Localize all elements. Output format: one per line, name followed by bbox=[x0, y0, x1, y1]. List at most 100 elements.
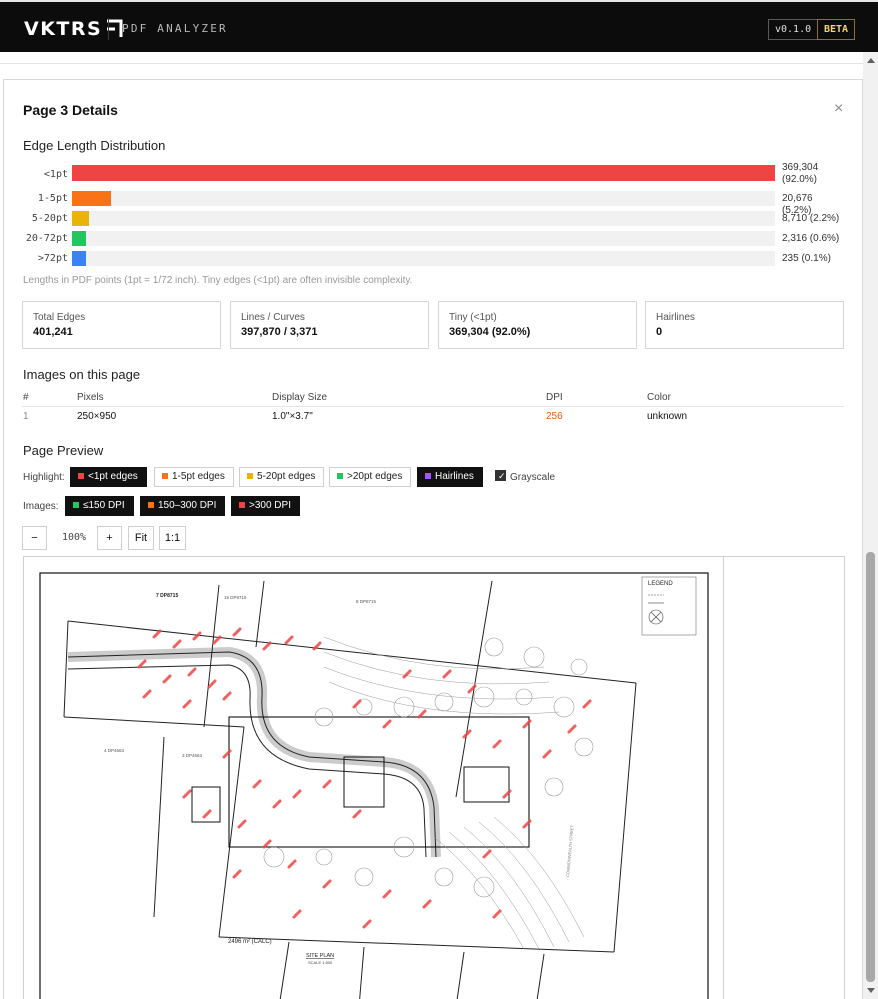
app-header: VKTRS PDF ANALYZER v0.1.0 BETA bbox=[0, 0, 878, 52]
highlight-chip-1-5pt[interactable]: 1-5pt edges bbox=[154, 467, 234, 487]
column-header-dpi: DPI bbox=[546, 392, 563, 403]
column-header-color: Color bbox=[647, 392, 671, 403]
logo[interactable]: VKTRS bbox=[24, 17, 124, 41]
lot-label-top: 7 DP8715 bbox=[156, 593, 178, 599]
page-preview-sheet: LEGEND 7 DP8715 15 DP8715 8 DP8715 4 DP4… bbox=[24, 557, 724, 999]
swatch-icon bbox=[148, 502, 154, 508]
lot-label-15: 15 DP8715 bbox=[224, 595, 247, 600]
chip-label: Hairlines bbox=[435, 471, 474, 482]
hist-row: 1-5pt 20,676 (5.2%) bbox=[22, 191, 842, 216]
stat-label: Lines / Curves bbox=[241, 312, 305, 323]
stat-label: Total Edges bbox=[33, 312, 86, 323]
column-header-pixels: Pixels bbox=[77, 392, 104, 403]
highlight-chip-lt1pt[interactable]: <1pt edges bbox=[70, 467, 147, 487]
swatch-icon bbox=[337, 473, 343, 479]
image-chip-le150[interactable]: ≤150 DPI bbox=[65, 496, 134, 516]
preview-section-title: Page Preview bbox=[23, 443, 104, 458]
stat-label: Tiny (<1pt) bbox=[449, 312, 497, 323]
hist-label: >72pt bbox=[37, 253, 68, 264]
chip-label: 150–300 DPI bbox=[158, 500, 217, 511]
image-row-dpi: 256 bbox=[546, 411, 563, 422]
scrollbar[interactable] bbox=[863, 52, 878, 999]
hist-value: 369,304 (92.0%) bbox=[782, 162, 819, 185]
page-details-panel: Page 3 Details × Edge Length Distributio… bbox=[3, 79, 863, 999]
hist-fill bbox=[72, 211, 89, 226]
scroll-thumb[interactable] bbox=[866, 552, 875, 982]
highlight-label: Highlight: bbox=[23, 472, 65, 483]
grayscale-checkbox[interactable]: ✓ bbox=[495, 470, 506, 481]
fit-button[interactable]: Fit bbox=[128, 526, 154, 550]
lot-label-8: 8 DP8715 bbox=[356, 599, 377, 604]
scroll-down-arrow-icon[interactable] bbox=[867, 988, 875, 993]
stat-value: 401,241 bbox=[33, 326, 73, 338]
one-to-one-button[interactable]: 1:1 bbox=[159, 526, 186, 550]
lot-label-left: 4 DP4563 bbox=[104, 748, 125, 753]
hist-fill bbox=[72, 251, 87, 266]
grayscale-label: Grayscale bbox=[510, 472, 556, 483]
table-divider bbox=[22, 406, 844, 407]
swatch-icon bbox=[239, 502, 245, 508]
close-icon[interactable]: × bbox=[834, 100, 843, 118]
page-preview-viewport[interactable]: LEGEND 7 DP8715 15 DP8715 8 DP8715 4 DP4… bbox=[23, 556, 845, 999]
edge-length-note: Lengths in PDF points (1pt = 1/72 inch).… bbox=[23, 275, 413, 286]
chip-label: 5-20pt edges bbox=[257, 471, 316, 482]
lot-label-mid: 3 DP4563 bbox=[182, 753, 203, 758]
panel-title: Page 3 Details bbox=[23, 102, 118, 118]
street-label: COMMONWEALTH STREET bbox=[565, 824, 575, 877]
app-name: PDF ANALYZER bbox=[122, 22, 228, 35]
stat-card-hairlines: Hairlines 0 bbox=[645, 301, 844, 349]
swatch-icon bbox=[73, 502, 79, 508]
image-row-pixels: 250×950 bbox=[77, 411, 117, 422]
stat-card-tiny: Tiny (<1pt) 369,304 (92.0%) bbox=[438, 301, 637, 349]
version-badge: v0.1.0 bbox=[768, 19, 819, 40]
column-header-display-size: Display Size bbox=[272, 392, 328, 403]
legend-title: LEGEND bbox=[648, 581, 673, 587]
hist-track bbox=[72, 231, 775, 246]
swatch-icon bbox=[78, 473, 84, 479]
hist-track bbox=[72, 211, 775, 226]
highlight-chip-gt20pt[interactable]: >20pt edges bbox=[329, 467, 412, 487]
hist-fill bbox=[72, 231, 87, 246]
hist-row: >72pt 235 (0.1%) bbox=[22, 251, 842, 267]
hist-row: 5-20pt 8,710 (2.2%) bbox=[22, 211, 842, 227]
header-divider bbox=[108, 18, 109, 40]
scroll-up-arrow-icon[interactable] bbox=[867, 58, 875, 63]
logo-text: VKTRS bbox=[24, 18, 103, 40]
images-filter-label: Images: bbox=[23, 501, 59, 512]
stat-card-total-edges: Total Edges 401,241 bbox=[22, 301, 221, 349]
zoom-out-button[interactable]: − bbox=[22, 526, 47, 550]
chip-label: ≤150 DPI bbox=[83, 500, 125, 511]
hist-label: <1pt bbox=[43, 169, 68, 180]
chip-label: 1-5pt edges bbox=[172, 471, 225, 482]
image-chip-gt300[interactable]: >300 DPI bbox=[231, 496, 300, 516]
zoom-level: 100% bbox=[62, 532, 87, 543]
highlight-chip-5-20pt[interactable]: 5-20pt edges bbox=[239, 467, 325, 487]
image-row-display-size: 1.0"×3.7" bbox=[272, 411, 313, 422]
swatch-icon bbox=[162, 473, 168, 479]
site-area-label: 2496 m² (CALC) bbox=[228, 939, 272, 945]
hist-label: 20-72pt bbox=[25, 233, 68, 244]
highlight-chip-hairlines[interactable]: Hairlines bbox=[417, 467, 483, 487]
hist-fill bbox=[72, 165, 775, 181]
images-section-title: Images on this page bbox=[23, 367, 141, 382]
image-chip-150-300[interactable]: 150–300 DPI bbox=[140, 496, 226, 516]
top-divider bbox=[0, 63, 863, 64]
hist-value: 2,316 (0.6%) bbox=[782, 233, 840, 244]
swatch-icon bbox=[425, 473, 431, 479]
hist-track bbox=[72, 165, 775, 181]
edge-distribution-title: Edge Length Distribution bbox=[23, 138, 166, 153]
zoom-in-button[interactable]: + bbox=[97, 526, 122, 550]
hist-track bbox=[72, 191, 775, 206]
stat-label: Hairlines bbox=[656, 312, 695, 323]
hist-row: 20-72pt 2,316 (0.6%) bbox=[22, 231, 842, 247]
hist-label: 1-5pt bbox=[37, 193, 68, 204]
chip-label: <1pt edges bbox=[88, 471, 138, 482]
stat-card-lines-curves: Lines / Curves 397,870 / 3,371 bbox=[230, 301, 429, 349]
site-plan-title: SITE PLAN bbox=[306, 953, 334, 959]
hist-value: 235 (0.1%) bbox=[782, 253, 831, 264]
hist-label: 5-20pt bbox=[31, 213, 68, 224]
hist-track bbox=[72, 251, 775, 266]
image-row-index: 1 bbox=[23, 411, 29, 422]
site-plan-scale: SCALE 1:500 bbox=[308, 960, 333, 965]
hist-fill bbox=[72, 191, 112, 206]
